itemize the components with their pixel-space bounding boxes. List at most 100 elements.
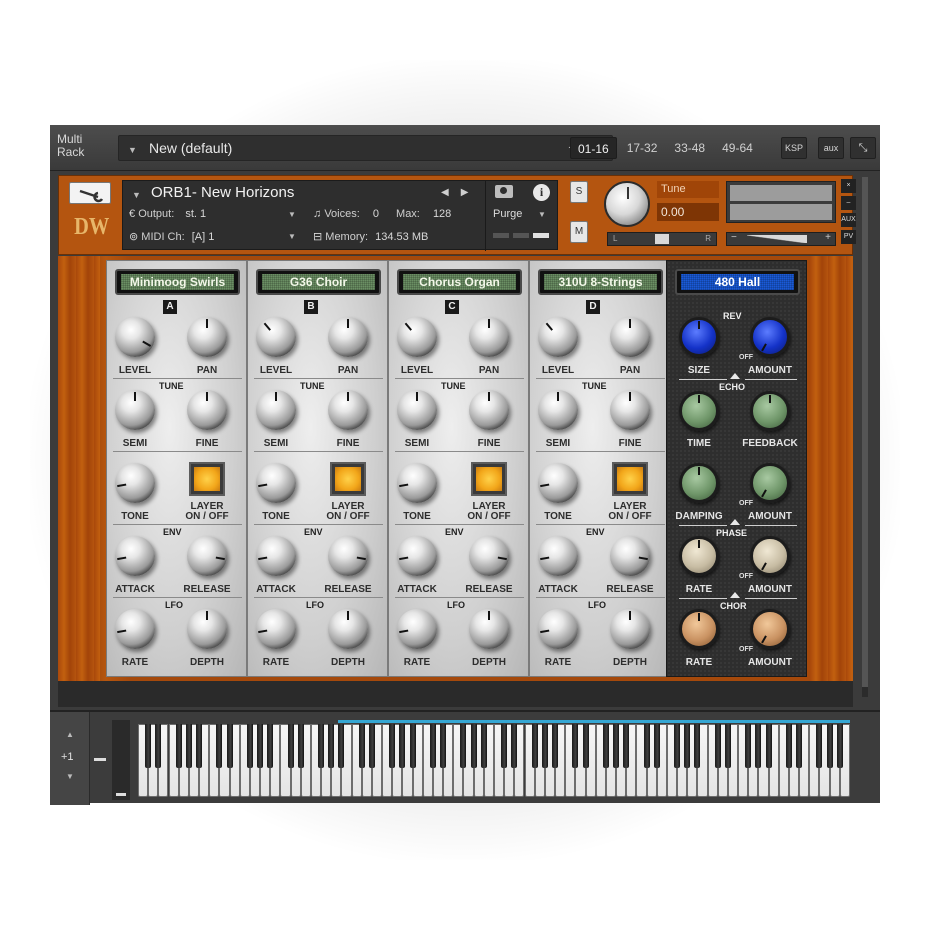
mute-button[interactable]: M	[570, 221, 588, 243]
black-key[interactable]	[653, 724, 660, 768]
semi-knob[interactable]	[115, 390, 155, 430]
black-key[interactable]	[836, 724, 843, 768]
solo-button[interactable]: S	[570, 181, 588, 203]
fine-knob[interactable]	[610, 390, 650, 430]
attack-knob[interactable]	[538, 536, 578, 576]
dropdown-caret-icon[interactable]: ▼	[128, 145, 137, 155]
rack-scrollbar[interactable]	[862, 177, 868, 697]
black-key[interactable]	[623, 724, 630, 768]
volume-slider[interactable]: − +	[726, 232, 836, 246]
tune-knob[interactable]	[604, 181, 650, 227]
tone-knob[interactable]	[397, 463, 437, 503]
aux-toggle[interactable]: AUX	[841, 213, 856, 227]
black-key[interactable]	[684, 724, 691, 768]
black-key[interactable]	[602, 724, 609, 768]
black-key[interactable]	[745, 724, 752, 768]
max-voices-value[interactable]: 128	[433, 208, 451, 220]
instrument-name[interactable]: ORB1- New Horizons	[151, 184, 294, 201]
tune-value[interactable]: 0.00	[657, 203, 719, 221]
black-key[interactable]	[816, 724, 823, 768]
layer-toggle-button[interactable]	[189, 462, 225, 496]
black-key[interactable]	[368, 724, 375, 768]
tone-knob[interactable]	[538, 463, 578, 503]
black-key[interactable]	[572, 724, 579, 768]
black-key[interactable]	[511, 724, 518, 768]
output-row[interactable]: € Output: st. 1	[129, 208, 206, 220]
lfo-rate-knob[interactable]	[256, 609, 296, 649]
black-key[interactable]	[674, 724, 681, 768]
echo-amount-knob[interactable]	[750, 463, 790, 503]
purge-button[interactable]: Purge	[493, 208, 522, 220]
lfo-rate-knob[interactable]	[115, 609, 155, 649]
midi-dropdown-icon[interactable]: ▼	[288, 232, 296, 241]
black-key[interactable]	[480, 724, 487, 768]
minimize-icon[interactable]: –	[841, 196, 856, 210]
lfo-rate-knob[interactable]	[397, 609, 437, 649]
pan-knob[interactable]	[328, 317, 368, 357]
lfo-rate-knob[interactable]	[538, 609, 578, 649]
pitch-bend-handle[interactable]	[94, 758, 106, 761]
info-icon[interactable]: i	[533, 184, 550, 201]
black-key[interactable]	[145, 724, 152, 768]
layer-toggle-button[interactable]	[612, 462, 648, 496]
attack-knob[interactable]	[397, 536, 437, 576]
black-key[interactable]	[399, 724, 406, 768]
chorus-amount-knob[interactable]	[750, 609, 790, 649]
fine-knob[interactable]	[469, 390, 509, 430]
level-knob[interactable]	[256, 317, 296, 357]
black-key[interactable]	[389, 724, 396, 768]
octave-up-icon[interactable]: ▲	[66, 730, 74, 739]
rev-amount-knob[interactable]	[750, 317, 790, 357]
black-key[interactable]	[796, 724, 803, 768]
sound-display[interactable]: 310U 8-Strings	[538, 269, 663, 295]
black-key[interactable]	[755, 724, 762, 768]
black-key[interactable]	[501, 724, 508, 768]
pan-knob[interactable]	[469, 317, 509, 357]
black-key[interactable]	[409, 724, 416, 768]
lfo-depth-knob[interactable]	[610, 609, 650, 649]
midi-row[interactable]: ⊚ MIDI Ch: [A] 1	[129, 230, 214, 243]
black-key[interactable]	[613, 724, 620, 768]
tab-49-64[interactable]: 49-64	[715, 137, 760, 159]
layer-toggle-button[interactable]	[330, 462, 366, 496]
black-key[interactable]	[694, 724, 701, 768]
semi-knob[interactable]	[538, 390, 578, 430]
sound-display[interactable]: Minimoog Swirls	[115, 269, 240, 295]
chorus-rate-knob[interactable]	[679, 609, 719, 649]
black-key[interactable]	[185, 724, 192, 768]
black-key[interactable]	[785, 724, 792, 768]
rev-size-knob[interactable]	[679, 317, 719, 357]
black-key[interactable]	[541, 724, 548, 768]
tab-01-16[interactable]: 01-16	[570, 137, 617, 159]
black-key[interactable]	[257, 724, 264, 768]
phase-rate-knob[interactable]	[679, 536, 719, 576]
black-key[interactable]	[297, 724, 304, 768]
black-key[interactable]	[531, 724, 538, 768]
camera-icon[interactable]	[495, 185, 513, 198]
instrument-dropdown-icon[interactable]: ▼	[132, 190, 141, 200]
black-key[interactable]	[155, 724, 162, 768]
black-key[interactable]	[196, 724, 203, 768]
semi-knob[interactable]	[397, 390, 437, 430]
lfo-depth-knob[interactable]	[469, 609, 509, 649]
pan-knob[interactable]	[610, 317, 650, 357]
release-knob[interactable]	[187, 536, 227, 576]
release-knob[interactable]	[469, 536, 509, 576]
black-key[interactable]	[328, 724, 335, 768]
tone-knob[interactable]	[115, 463, 155, 503]
black-key[interactable]	[216, 724, 223, 768]
black-key[interactable]	[267, 724, 274, 768]
close-icon[interactable]: ×	[841, 179, 856, 193]
black-key[interactable]	[358, 724, 365, 768]
lfo-depth-knob[interactable]	[187, 609, 227, 649]
black-key[interactable]	[226, 724, 233, 768]
black-key[interactable]	[287, 724, 294, 768]
purge-dropdown-icon[interactable]: ▼	[538, 210, 546, 219]
black-key[interactable]	[318, 724, 325, 768]
tab-33-48[interactable]: 33-48	[667, 137, 712, 159]
echo-feedback-knob[interactable]	[750, 391, 790, 431]
black-key[interactable]	[338, 724, 345, 768]
black-key[interactable]	[440, 724, 447, 768]
fine-knob[interactable]	[328, 390, 368, 430]
black-key[interactable]	[246, 724, 253, 768]
